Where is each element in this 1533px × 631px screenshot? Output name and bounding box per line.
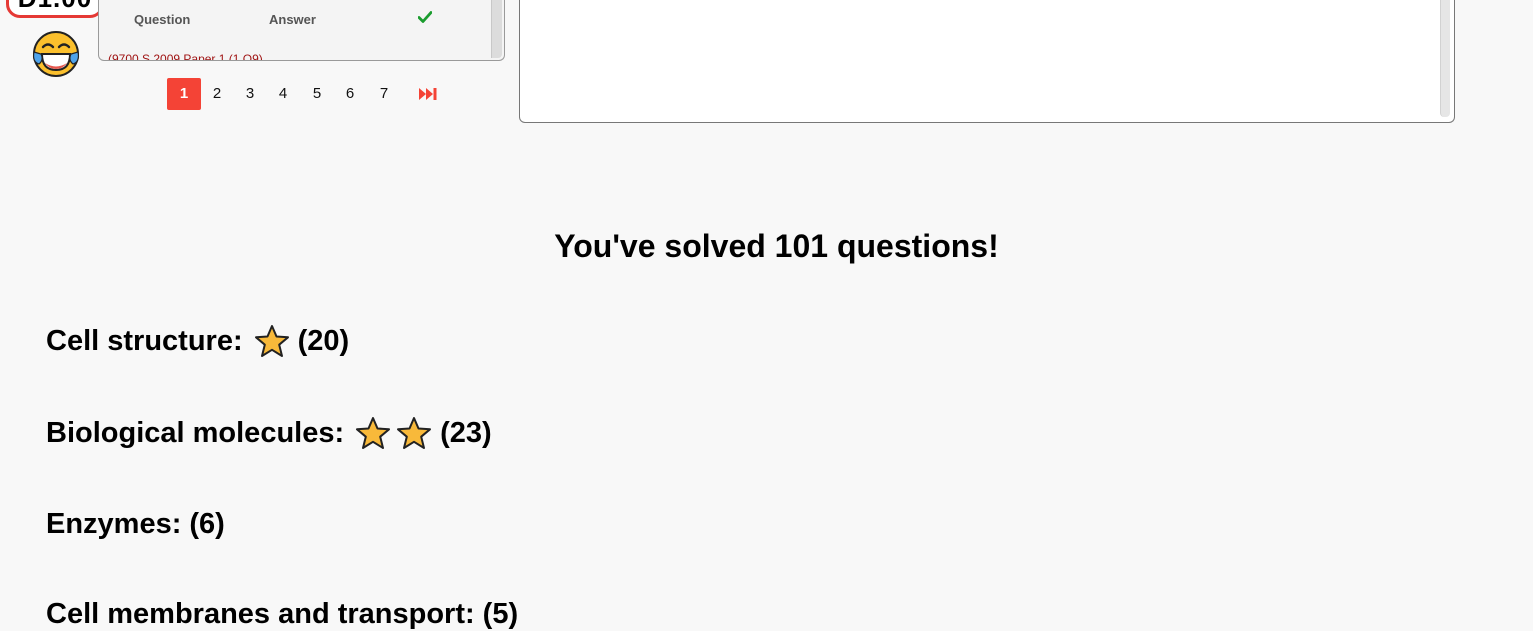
question-column-header: Question — [134, 12, 191, 27]
page-6-button[interactable]: 6 — [333, 78, 367, 110]
page-3-button[interactable]: 3 — [233, 78, 267, 110]
star-icon — [254, 325, 289, 357]
topic-name: Biological molecules: — [46, 416, 345, 449]
page-1-button[interactable]: 1 — [167, 78, 201, 110]
page-7-button[interactable]: 7 — [367, 78, 401, 110]
score-badge: D1.00 — [6, 0, 104, 18]
score-value: D1.00 — [9, 0, 101, 11]
page-5-button[interactable]: 5 — [300, 78, 334, 110]
table-scrollbar[interactable] — [491, 0, 502, 58]
topic-biological-molecules: Biological molecules: (23) — [46, 416, 492, 450]
topic-count: (6) — [189, 508, 225, 540]
topic-name: Cell membranes and transport: — [46, 598, 475, 630]
star-icon — [356, 417, 391, 449]
topic-count: (20) — [297, 324, 350, 357]
topic-cell-membranes-and-transport: Cell membranes and transport: (5) — [46, 598, 518, 631]
checkmark-icon — [418, 11, 432, 23]
page-2-button[interactable]: 2 — [200, 78, 234, 110]
topic-count: (23) — [440, 416, 492, 449]
table-header: Question Answer — [99, 0, 491, 38]
laughing-face-icon — [32, 31, 80, 77]
question-table: Question Answer (9700 S 2009 Paper 1 (1 … — [98, 0, 505, 61]
topic-enzymes: Enzymes: (6) — [46, 508, 225, 541]
viewer-scrollbar[interactable] — [1440, 0, 1450, 117]
star-icon — [397, 417, 432, 449]
question-viewer — [519, 0, 1455, 123]
question-reference-link[interactable]: (9700 S 2009 Paper 1 (1 Q9) — [108, 52, 263, 60]
skip-to-end-icon[interactable] — [411, 78, 445, 110]
topic-count: (5) — [482, 598, 519, 630]
solved-summary-heading: You've solved 101 questions! — [554, 228, 999, 264]
topic-name: Enzymes: — [46, 508, 182, 540]
topic-name: Cell structure: — [46, 324, 243, 357]
page-4-button[interactable]: 4 — [266, 78, 300, 110]
topic-cell-structure: Cell structure: (20) — [46, 324, 349, 358]
answer-column-header: Answer — [269, 12, 316, 27]
